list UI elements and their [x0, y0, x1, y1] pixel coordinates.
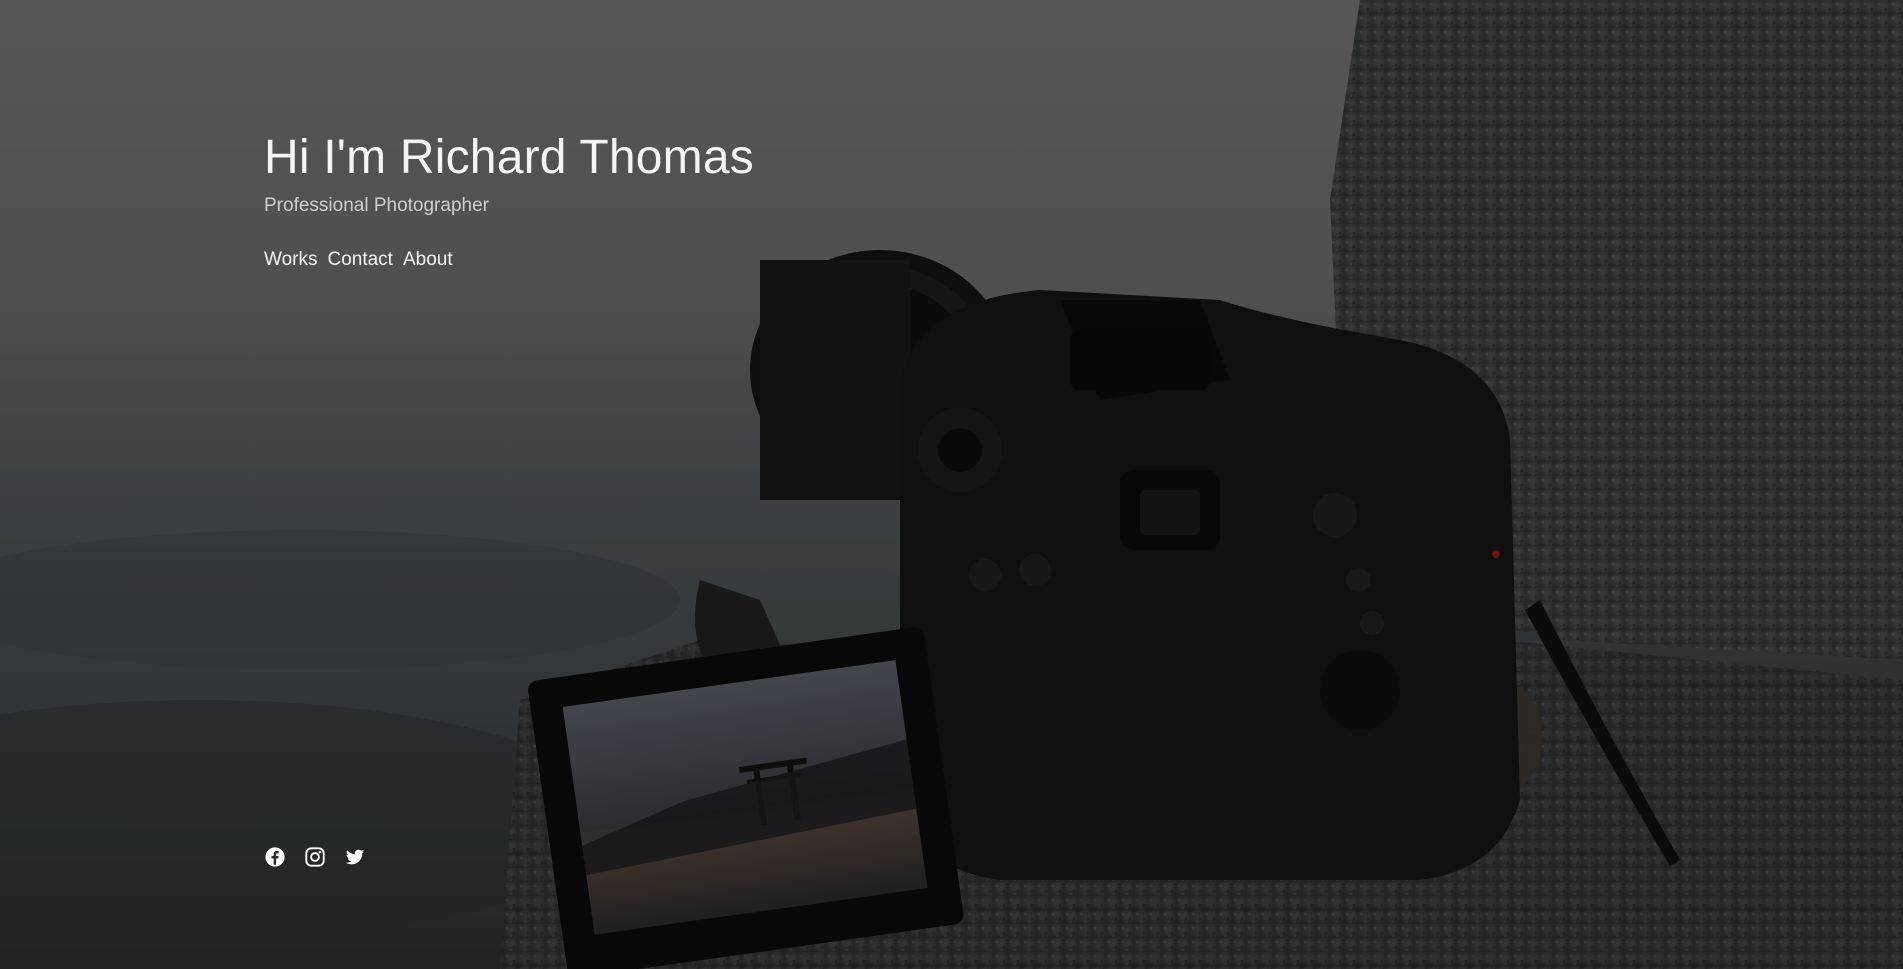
nav-link-contact[interactable]: Contact [327, 248, 392, 272]
nav-link-about[interactable]: About [403, 248, 453, 272]
hero-section: Hi I'm Richard Thomas Professional Photo… [0, 0, 1903, 969]
facebook-icon[interactable] [264, 846, 286, 868]
nav-link-works[interactable]: Works [264, 248, 317, 272]
page-subtitle: Professional Photographer [264, 195, 489, 216]
page-title: Hi I'm Richard Thomas [264, 131, 754, 184]
social-links [264, 846, 366, 868]
hero-content: Hi I'm Richard Thomas Professional Photo… [264, 128, 754, 272]
instagram-icon[interactable] [304, 846, 326, 868]
twitter-icon[interactable] [344, 846, 366, 868]
main-nav: Works Contact About [264, 248, 754, 272]
